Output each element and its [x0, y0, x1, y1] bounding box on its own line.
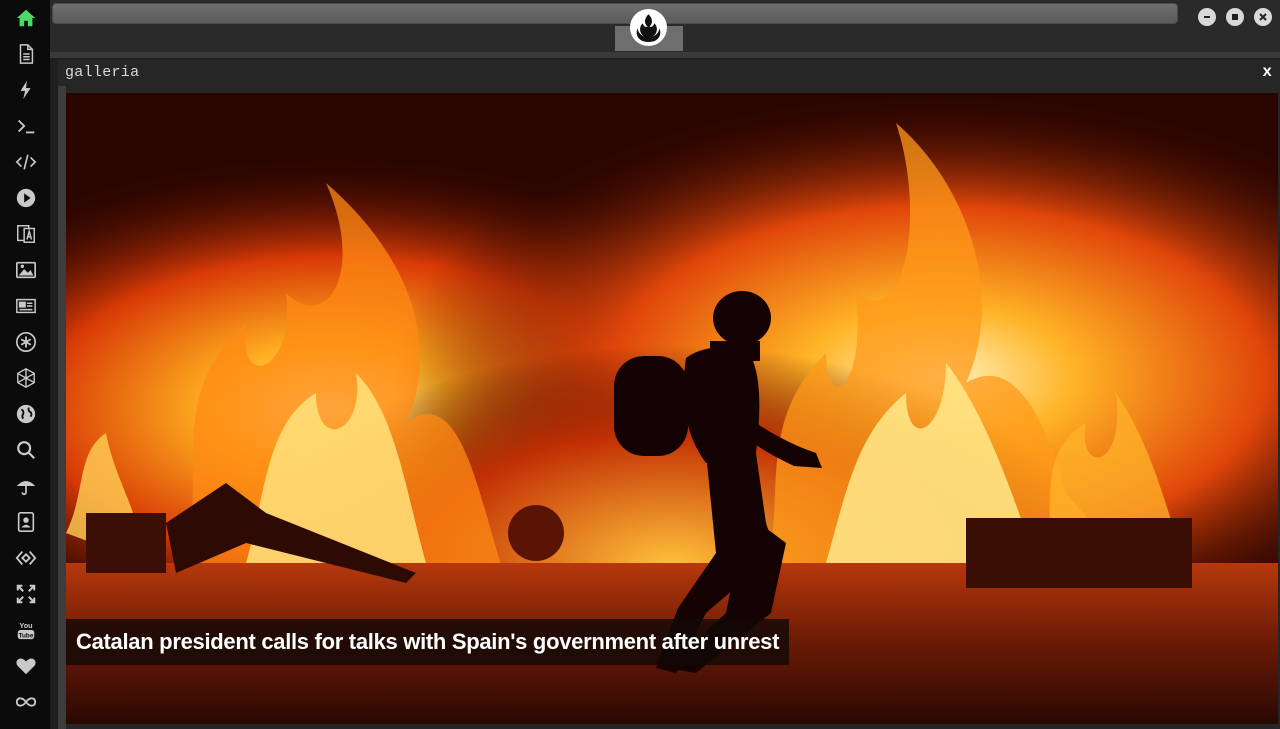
heart-icon[interactable] [13, 653, 39, 679]
photo-caption[interactable]: Catalan president calls for talks with S… [66, 619, 790, 665]
infinity-icon[interactable] [13, 689, 39, 715]
youtube-icon[interactable]: You Tube [13, 617, 39, 643]
top-bar [50, 0, 1280, 56]
translate-icon[interactable] [13, 221, 39, 247]
sidebar: You Tube [0, 0, 50, 729]
toolbar-divider [50, 52, 1280, 58]
svg-text:Tube: Tube [19, 632, 34, 639]
document-icon[interactable] [13, 41, 39, 67]
expand-icon[interactable] [13, 581, 39, 607]
news-icon[interactable] [13, 293, 39, 319]
hexagon-icon[interactable] [13, 365, 39, 391]
rebel-alliance-logo-icon[interactable] [630, 9, 667, 46]
search-icon[interactable] [13, 437, 39, 463]
home-icon[interactable] [13, 5, 39, 31]
contact-icon[interactable] [13, 509, 39, 535]
umbrella-icon[interactable] [13, 473, 39, 499]
minimize-button[interactable] [1198, 8, 1216, 26]
lightning-icon[interactable] [13, 77, 39, 103]
maximize-button[interactable] [1226, 8, 1244, 26]
globe-icon[interactable] [13, 401, 39, 427]
close-window-button[interactable] [1254, 8, 1272, 26]
code-icon[interactable] [13, 149, 39, 175]
diamond-code-icon[interactable] [13, 545, 39, 571]
svg-text:You: You [19, 621, 32, 630]
panel-close-button[interactable]: x [1262, 63, 1272, 81]
terminal-icon[interactable] [13, 113, 39, 139]
address-bar[interactable] [52, 3, 1178, 24]
image-icon[interactable] [13, 257, 39, 283]
play-icon[interactable] [13, 185, 39, 211]
panel-title: galleria [65, 64, 140, 81]
app-window: You Tube galleria x Catalan president ca… [0, 0, 1280, 729]
panel-left-edge [58, 86, 66, 729]
asterisk-icon[interactable] [13, 329, 39, 355]
